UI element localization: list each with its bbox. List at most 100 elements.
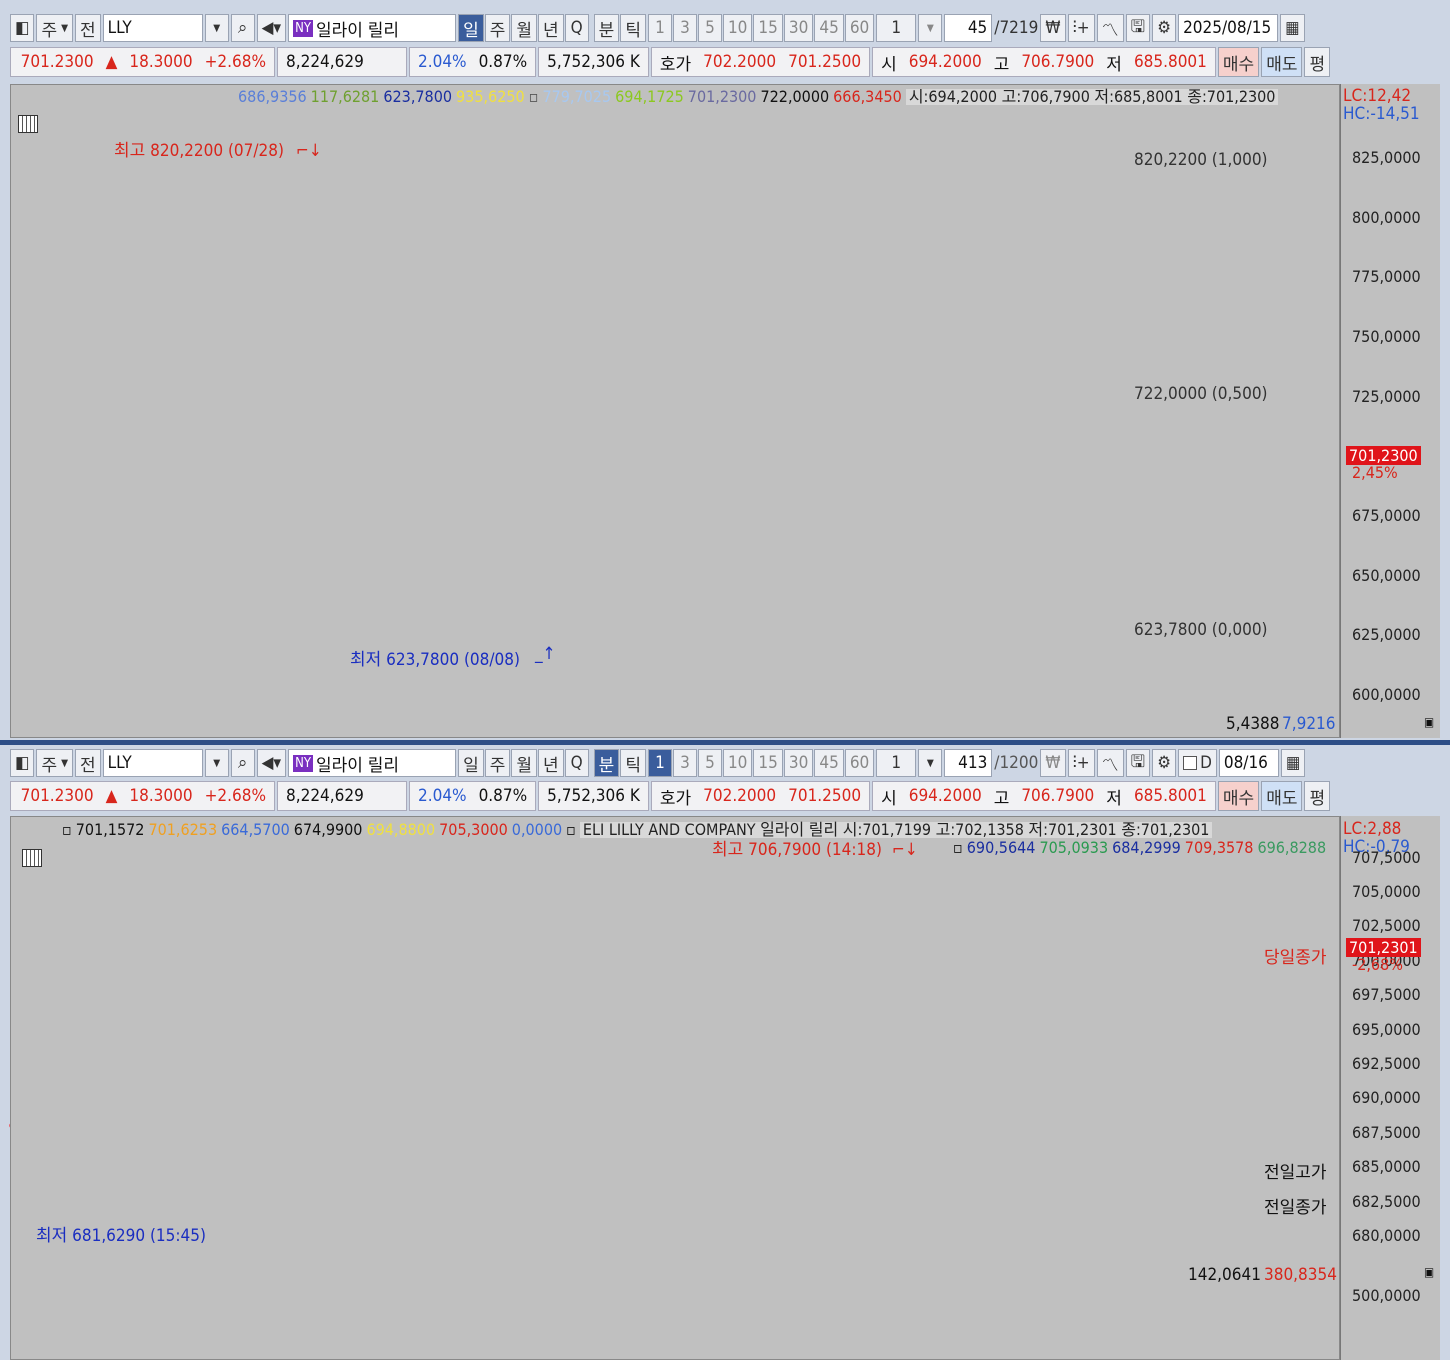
interval-1[interactable]: 1 [647,749,672,777]
quote-cell: 5,752,306 K [538,47,649,77]
interval-15[interactable]: 15 [753,14,783,42]
interval-60[interactable]: 60 [844,14,875,42]
date-input[interactable]: 2025/08/15 [1178,14,1279,42]
quote-high: 706.7900 [1021,52,1095,72]
speaker-icon[interactable]: ◀▾ [256,14,287,42]
interval-15[interactable]: 15 [753,749,783,777]
quote-cell: 호가 702.2000 701.2500 [650,781,871,811]
prev-button[interactable]: 전 [75,749,101,777]
tab-1[interactable]: 주 [484,749,511,777]
intraday-chart-area[interactable] [10,816,1340,1360]
won-icon[interactable]: ₩ [1040,749,1066,777]
symbol-dropdown[interactable]: ▼ [204,14,229,42]
quote-open-label: 시 [881,788,897,809]
symbol-input[interactable]: LLY [102,749,203,777]
quote-quote-label: 호가 [659,788,692,809]
tab-3[interactable]: 년 [538,14,564,42]
save-icon[interactable]: 🖫 [1125,749,1151,777]
top-toolbar: ◧ 주 ▼ 전 LLY ▼ ⌕ ◀▾ NY 일라이 릴리 일주월년Q분틱 1 3 5 10… [10,13,1305,43]
interval-5[interactable]: 5 [697,14,722,42]
save-icon[interactable]: 🖫 [1125,14,1151,42]
quote-cell: 2.04% 0.87% [409,47,537,77]
interval-45[interactable]: 45 [814,749,844,777]
quote-turnover: 2.04% [418,786,467,806]
quote-pct: +2.68% [204,786,266,806]
stock-name-field[interactable]: NY 일라이 릴리 [288,14,457,42]
symbol-dropdown[interactable]: ▼ [204,749,229,777]
quote-cell: 8,224,629 [277,47,407,77]
sell-button[interactable]: 매도 [1261,781,1303,811]
buy-button[interactable]: 매수 [1217,47,1260,77]
gear-icon[interactable]: ⚙ [1152,749,1177,777]
buy-button[interactable]: 매수 [1217,781,1260,811]
interval-30[interactable]: 30 [783,14,814,42]
candle-add-icon[interactable]: ⫶+ [1067,749,1095,777]
quote-cell: 호가 702.2000 701.2500 [650,47,871,77]
calendar-icon[interactable]: ▦ [1280,14,1305,42]
tab-0[interactable]: 일 [458,749,484,777]
line-add-icon[interactable]: 〽 [1096,749,1124,777]
tab-4[interactable]: Q [564,749,589,777]
checkbox-icon [1183,756,1198,770]
layout-icon[interactable]: ◧ [10,14,35,42]
custom-interval[interactable]: 1 [876,14,917,42]
interval-3[interactable]: 3 [672,14,697,42]
interval-3[interactable]: 3 [672,749,697,777]
symbol-input[interactable]: LLY [102,14,203,42]
avg-button[interactable]: 평 [1304,781,1331,811]
calendar-icon[interactable]: ▦ [1280,749,1306,777]
quote-quote-label: 호가 [659,54,692,75]
tab-5[interactable]: 분 [593,14,620,42]
tab-2[interactable]: 월 [511,749,538,777]
intraday-price-axis[interactable] [1340,816,1440,1360]
gear-icon[interactable]: ⚙ [1152,14,1177,42]
speaker-icon[interactable]: ◀▾ [256,749,287,777]
interval-45[interactable]: 45 [814,14,844,42]
tab-0[interactable]: 일 [458,14,484,42]
layout-icon[interactable]: ◧ [10,749,35,777]
daily-chart-area[interactable] [10,84,1340,738]
quote-low-label: 저 [1106,788,1122,809]
tab-1[interactable]: 주 [484,14,511,42]
daily-price-axis[interactable] [1340,84,1440,738]
search-icon[interactable]: ⌕ [230,14,255,42]
interval-5[interactable]: 5 [697,749,722,777]
tab-5[interactable]: 분 [593,749,620,777]
search-icon[interactable]: ⌕ [230,749,255,777]
panel-divider[interactable] [0,740,1450,745]
interval-buttons: 1 3 5 10 15 30 45 60 [647,749,875,777]
candle-add-icon[interactable]: ⫶+ [1067,14,1095,42]
tab-3[interactable]: 년 [538,749,564,777]
count-input[interactable]: 413 [944,749,993,777]
tab-6[interactable]: 틱 [620,749,646,777]
symbol-value: LLY [107,753,132,773]
quote-high-label: 고 [993,788,1010,809]
won-icon[interactable]: ₩ [1040,14,1066,42]
quote-bid: 701.2500 [788,52,862,72]
interval-30[interactable]: 30 [783,749,814,777]
line-add-icon[interactable]: 〽 [1096,14,1124,42]
quote-volume: 8,224,629 [286,786,364,806]
tab-6[interactable]: 틱 [620,14,646,42]
interval-1[interactable]: 1 [647,14,672,42]
period-select[interactable]: 주 ▼ [36,14,74,42]
custom-interval-dropdown[interactable]: ▼ [918,14,943,42]
prev-button[interactable]: 전 [75,14,101,42]
date-input[interactable]: 08/16 [1218,749,1279,777]
custom-interval[interactable]: 1 [876,749,917,777]
d-checkbox[interactable]: D [1178,749,1217,777]
period-select[interactable]: 주 ▼ [36,749,74,777]
interval-60[interactable]: 60 [844,749,875,777]
quote-low: 685.8001 [1133,52,1207,72]
tab-4[interactable]: Q [564,14,589,42]
exchange-badge: NY [293,754,313,772]
stock-name: 일라이 릴리 [316,755,400,776]
interval-10[interactable]: 10 [722,749,753,777]
interval-10[interactable]: 10 [722,14,753,42]
custom-interval-dropdown[interactable]: ▼ [918,749,943,777]
sell-button[interactable]: 매도 [1261,47,1303,77]
count-input[interactable]: 45 [944,14,993,42]
stock-name-field[interactable]: NY 일라이 릴리 [288,749,457,777]
avg-button[interactable]: 평 [1304,47,1331,77]
tab-2[interactable]: 월 [511,14,538,42]
